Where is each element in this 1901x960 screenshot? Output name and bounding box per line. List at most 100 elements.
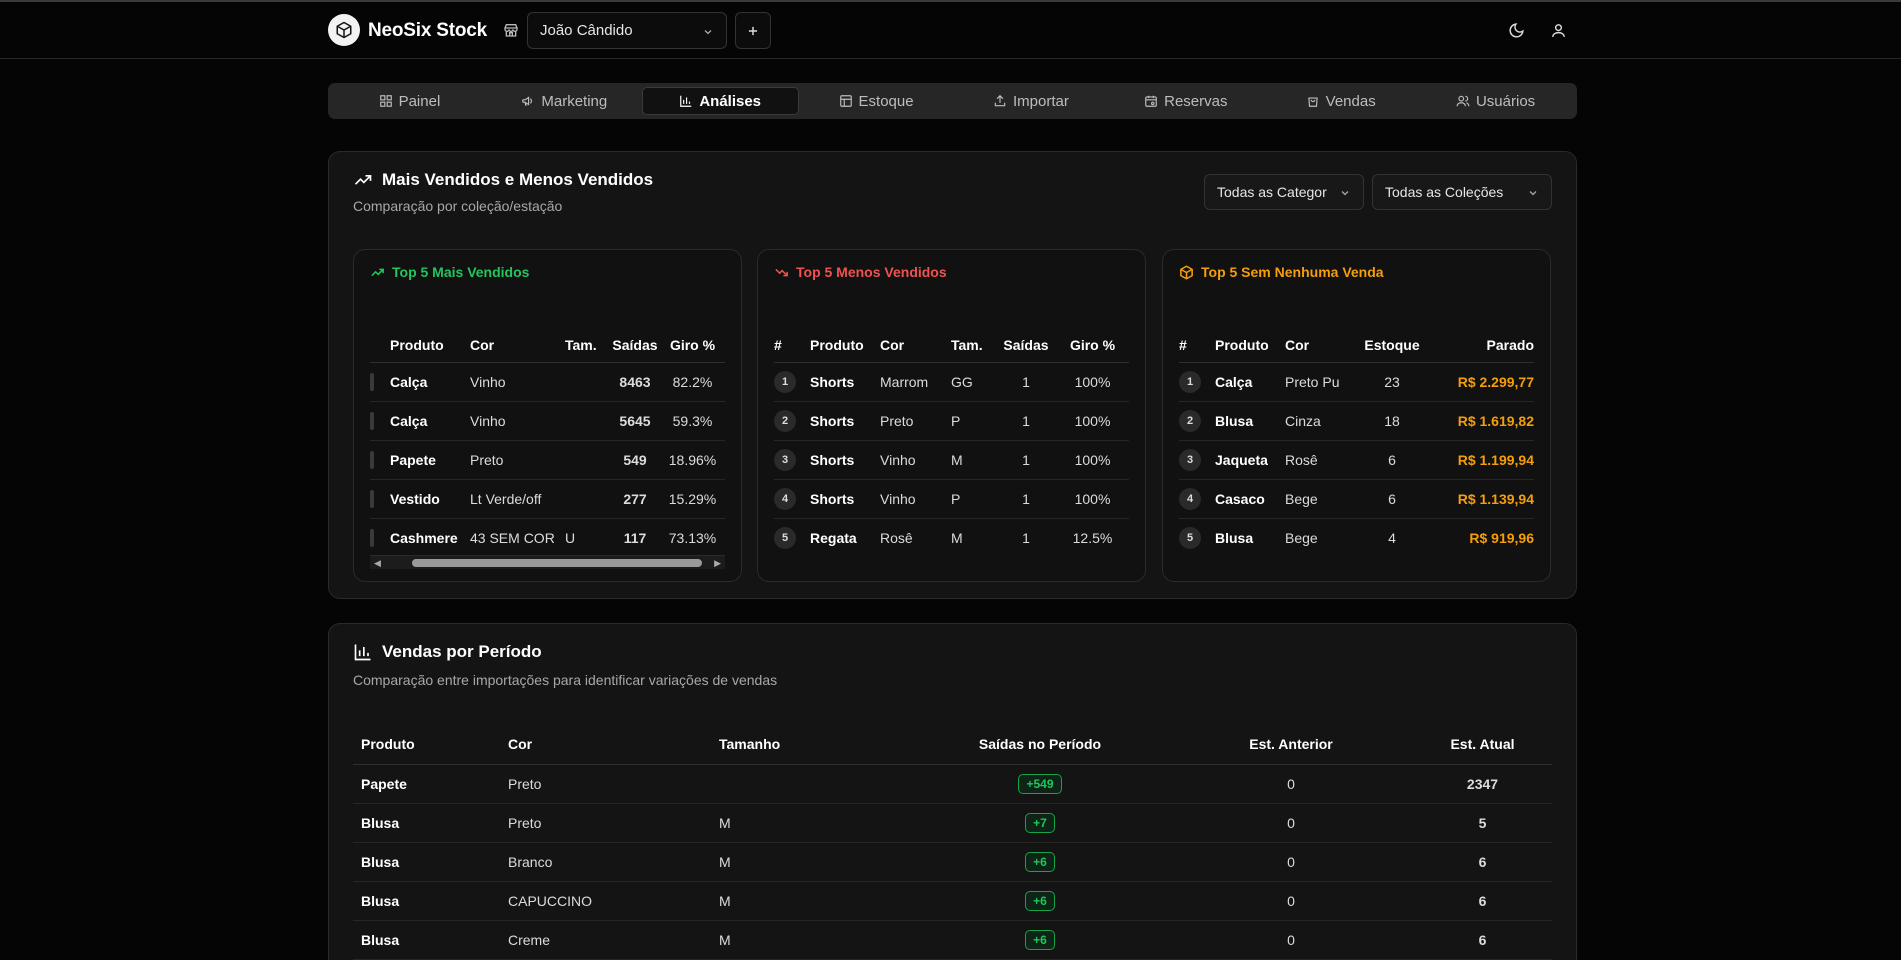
cell-tamanho: M (711, 803, 911, 843)
cell-giro: 18.96% (660, 440, 725, 480)
scrollbar-thumb[interactable] (412, 559, 702, 567)
table-row: 3 Shorts Vinho M 1 100% (774, 440, 1129, 480)
tab-reservas[interactable]: Reservas (1108, 87, 1263, 115)
dashboard-icon (379, 95, 392, 107)
add-store-button[interactable] (735, 12, 771, 49)
store-icon (503, 22, 519, 42)
rank-marker (370, 528, 374, 547)
period-sales-table: Produto Cor Tamanho Saídas no Período Es… (353, 724, 1552, 960)
bar-chart-icon (680, 95, 692, 107)
tab-vendas[interactable]: Vendas (1263, 87, 1418, 115)
sales-delta-badge: +549 (1018, 773, 1062, 794)
cell-parado: R$ 1.199,94 (1427, 440, 1534, 480)
period-sales-card: Vendas por Período Comparação entre impo… (328, 623, 1577, 960)
rank-marker (370, 450, 374, 469)
collection-filter-select[interactable]: Todas as Coleções (1372, 174, 1552, 210)
no-sales-title: Top 5 Sem Nenhuma Venda (1179, 264, 1384, 280)
top-worst-sellers-title: Top 5 Menos Vendidos (774, 264, 947, 280)
cell-cor: Vinho (470, 401, 565, 441)
cell-parado: R$ 1.619,82 (1427, 401, 1534, 441)
trending-down-icon (775, 268, 788, 276)
scroll-left-icon[interactable]: ◀ (374, 558, 381, 569)
col-rank: # (774, 328, 810, 363)
cell-tam: M (951, 529, 963, 546)
table-row: Blusa Branco M +6 0 6 (353, 842, 1552, 882)
no-sales-panel: Top 5 Sem Nenhuma Venda # Produto Cor Es… (1162, 249, 1551, 582)
cell-tamanho (711, 764, 911, 804)
cell-est-anterior: 0 (1169, 920, 1413, 960)
cell-parado: R$ 2.299,77 (1427, 362, 1534, 402)
col-rank: # (1179, 328, 1215, 363)
cell-produto: Casaco (1215, 479, 1285, 519)
rank-badge: 4 (774, 487, 796, 510)
col-cor: Cor (880, 328, 951, 363)
theme-toggle-button[interactable] (1508, 22, 1525, 43)
cell-giro: 100% (1056, 479, 1129, 519)
cell-tam: P (951, 479, 996, 519)
package-icon (1180, 264, 1193, 280)
table-row: Blusa CAPUCCINO M +6 0 6 (353, 881, 1552, 921)
cell-est-anterior: 0 (1169, 842, 1413, 882)
top-best-sellers-panel: Top 5 Mais Vendidos Produto Cor Tam. Saí… (353, 249, 742, 582)
cell-cor: Preto (500, 803, 711, 843)
category-filter-select[interactable]: Todas as Categor (1204, 174, 1364, 210)
shopping-bag-icon (1307, 97, 1318, 107)
table-row: Vestido Lt Verde/off 277 15.29% (370, 479, 725, 519)
cell-saidas: 1 (996, 362, 1056, 402)
cell-cor: Rosê (1285, 440, 1357, 480)
table-row: Cashmere 43 SEM COR U 117 73.13% (370, 518, 725, 557)
tab-analises[interactable]: Análises (641, 87, 799, 115)
cell-tam (565, 440, 610, 480)
table-row: 5 Blusa Bege 4 R$ 919,96 (1179, 518, 1534, 557)
tab-marketing[interactable]: Marketing (487, 87, 642, 115)
worst-sellers-table: # Produto Cor Tam. Saídas Giro % 1 Short… (774, 328, 1129, 557)
best-sellers-subtitle: Comparação por coleção/estação (353, 198, 563, 214)
cell-saidas: 1 (996, 479, 1056, 519)
cell-tam: M (951, 440, 996, 480)
col-cor: Cor (500, 724, 711, 765)
tab-usuarios[interactable]: Usuários (1418, 87, 1573, 115)
cell-cor: Preto (470, 440, 565, 480)
table-row: 5 Regata Rosê M 1 12.5% (774, 518, 1129, 557)
chevron-down-icon (1339, 186, 1351, 202)
cell-produto: Blusa (1215, 529, 1254, 546)
cell-saidas: 117 (623, 529, 647, 546)
cell-produto: Blusa (353, 803, 500, 843)
cell-produto: Shorts (810, 401, 880, 441)
rank-badge: 2 (774, 409, 796, 432)
calendar-icon (1145, 95, 1157, 107)
tab-importar[interactable]: Importar (954, 87, 1109, 115)
user-icon (1552, 24, 1565, 37)
cell-cor: Preto Pu (1285, 362, 1357, 402)
tab-painel[interactable]: Painel (332, 87, 487, 115)
horizontal-scrollbar[interactable]: ◀ ▶ (370, 555, 725, 569)
moon-icon (1509, 23, 1524, 38)
store-select-value: João Cândido (540, 22, 633, 39)
cell-cor: Vinho (880, 479, 951, 519)
cell-saidas: 277 (610, 479, 660, 519)
cell-giro: 59.3% (660, 401, 725, 441)
rank-marker (370, 411, 374, 430)
tab-estoque[interactable]: Estoque (799, 87, 954, 115)
cell-giro: 100% (1056, 401, 1129, 441)
cell-cor: Creme (500, 920, 711, 960)
cell-giro: 12.5% (1072, 529, 1113, 546)
cell-tam: P (951, 401, 996, 441)
col-produto: Produto (810, 328, 880, 363)
col-tam: Tam. (565, 328, 610, 363)
tab-label: Vendas (1325, 92, 1376, 110)
col-produto: Produto (353, 724, 500, 765)
user-menu-button[interactable] (1550, 22, 1567, 43)
trending-up-icon (371, 268, 384, 276)
cell-estoque: 23 (1357, 362, 1427, 402)
sales-delta-badge: +6 (1025, 929, 1055, 950)
cell-cor: Bege (1285, 479, 1357, 519)
cell-tam (565, 362, 610, 402)
scroll-right-icon[interactable]: ▶ (714, 558, 721, 569)
cell-produto: Calça (1215, 362, 1285, 402)
col-rank (370, 328, 390, 363)
cell-produto: Cashmere (390, 529, 458, 546)
table-row: Blusa Preto M +7 0 5 (353, 803, 1552, 843)
period-sales-subtitle: Comparação entre importações para identi… (353, 672, 778, 688)
store-select[interactable]: João Cândido (527, 12, 727, 49)
